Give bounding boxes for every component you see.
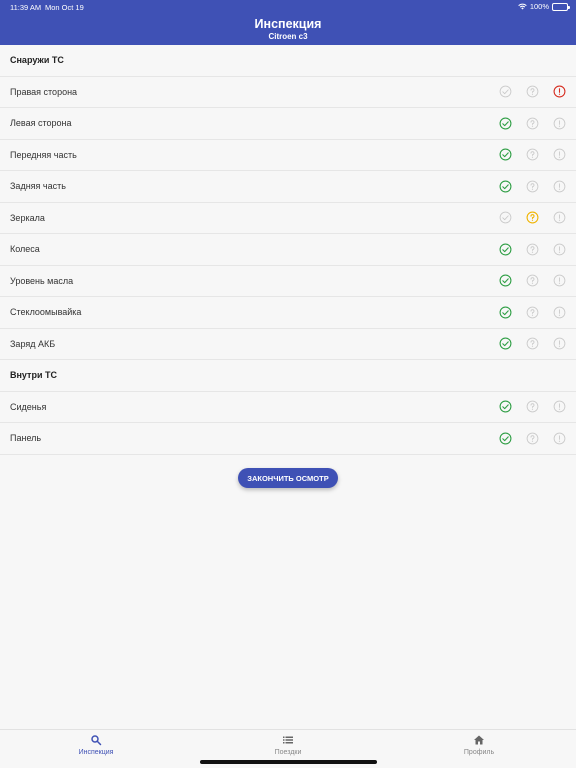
inspection-item-label: Сиденья [10, 401, 47, 412]
status-options [499, 392, 566, 423]
inspection-item-label: Задняя часть [10, 181, 66, 192]
page-subtitle: Citroen c3 [268, 32, 308, 41]
status-options [499, 266, 566, 297]
inspection-item-label: Заряд АКБ [10, 338, 56, 349]
status-bar: 11:39 AM Mon Oct 19 100% [0, 0, 576, 14]
inspection-item: Зеркала [0, 203, 576, 234]
alert-circle-icon[interactable] [553, 432, 566, 445]
check-circle-icon[interactable] [499, 400, 512, 413]
tab-inspection-label: Инспекция [78, 749, 114, 756]
inspection-item: Заряд АКБ [0, 329, 576, 360]
home-icon [474, 735, 484, 745]
question-circle-icon[interactable] [526, 211, 539, 224]
inspection-item: Панель [0, 423, 576, 455]
section-header: Снаружи ТС [0, 45, 576, 77]
status-options [499, 77, 566, 108]
wifi-icon [518, 3, 527, 10]
status-options [499, 329, 566, 360]
inspection-list: Снаружи ТС Правая сторона Левая сторона Пер… [0, 45, 576, 455]
inspection-item: Задняя часть [0, 171, 576, 203]
alert-circle-icon[interactable] [553, 274, 566, 287]
check-circle-icon[interactable] [499, 117, 512, 130]
inspection-item-label: Стеклоомывайка [10, 307, 82, 318]
alert-circle-icon[interactable] [553, 306, 566, 319]
inspection-item-label: Правая сторона [10, 86, 78, 97]
inspection-item-label: Уровень масла [10, 275, 74, 286]
question-circle-icon[interactable] [526, 117, 539, 130]
alert-circle-icon[interactable] [553, 243, 566, 256]
inspection-item: Передняя часть [0, 140, 576, 171]
status-date: Mon Oct 19 [45, 3, 84, 12]
inspection-item-label: Колеса [10, 244, 40, 255]
status-options [499, 140, 566, 171]
status-options [499, 234, 566, 265]
check-circle-icon[interactable] [499, 180, 512, 193]
check-circle-icon[interactable] [499, 306, 512, 319]
tab-profile[interactable]: Профиль [429, 734, 529, 756]
inspection-item: Уровень масла [0, 266, 576, 297]
alert-circle-icon[interactable] [553, 211, 566, 224]
finish-inspection-button[interactable]: ЗАКОНЧИТЬ ОСМОТР [238, 468, 338, 488]
check-circle-icon[interactable] [499, 211, 512, 224]
alert-circle-icon[interactable] [553, 400, 566, 413]
inspection-item: Правая сторона [0, 77, 576, 108]
battery-percent: 100% [529, 2, 549, 11]
page-title: Инспекция [254, 17, 322, 31]
question-circle-icon[interactable] [526, 337, 539, 350]
home-indicator [200, 760, 377, 764]
check-circle-icon[interactable] [499, 337, 512, 350]
status-options [499, 108, 566, 139]
section-header: Внутри ТС [0, 360, 576, 392]
question-circle-icon[interactable] [526, 180, 539, 193]
status-options [499, 171, 566, 202]
inspection-item: Сиденья [0, 392, 576, 423]
alert-circle-icon[interactable] [553, 117, 566, 130]
alert-circle-icon[interactable] [553, 148, 566, 161]
status-options [499, 423, 566, 454]
inspection-item: Стеклоомывайка [0, 297, 576, 329]
status-options [499, 203, 566, 234]
inspection-item: Левая сторона [0, 108, 576, 140]
inspection-item: Колеса [0, 234, 576, 266]
inspection-item-label: Передняя часть [10, 149, 77, 160]
search-icon [91, 735, 102, 746]
check-circle-icon[interactable] [499, 243, 512, 256]
battery-icon [552, 2, 570, 11]
tab-trips[interactable]: Поездки [238, 734, 338, 756]
check-circle-icon[interactable] [499, 432, 512, 445]
question-circle-icon[interactable] [526, 400, 539, 413]
status-time: 11:39 AM [10, 3, 42, 12]
question-circle-icon[interactable] [526, 306, 539, 319]
inspection-item-label: Панель [10, 433, 42, 444]
check-circle-icon[interactable] [499, 274, 512, 287]
alert-circle-icon[interactable] [553, 180, 566, 193]
tab-trips-label: Поездки [274, 749, 302, 756]
status-options [499, 297, 566, 328]
list-icon [283, 736, 293, 744]
question-circle-icon[interactable] [526, 274, 539, 287]
tab-profile-label: Профиль [463, 749, 495, 756]
tab-inspection[interactable]: Инспекция [46, 734, 146, 756]
alert-circle-icon[interactable] [553, 337, 566, 350]
check-circle-icon[interactable] [499, 85, 512, 98]
inspection-item-label: Левая сторона [10, 118, 72, 129]
alert-circle-icon[interactable] [553, 85, 566, 98]
question-circle-icon[interactable] [526, 148, 539, 161]
question-circle-icon[interactable] [526, 243, 539, 256]
check-circle-icon[interactable] [499, 148, 512, 161]
app-bar: 11:39 AM Mon Oct 19 100% Инспекция Citro… [0, 0, 576, 45]
question-circle-icon[interactable] [526, 432, 539, 445]
question-circle-icon[interactable] [526, 85, 539, 98]
inspection-item-label: Зеркала [10, 212, 45, 223]
